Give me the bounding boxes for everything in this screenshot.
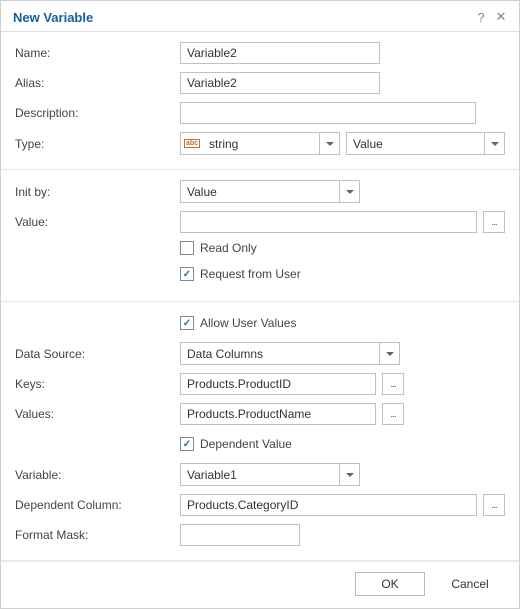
type-value: string xyxy=(203,133,319,154)
name-label: Name: xyxy=(15,46,180,60)
close-icon[interactable]: ✕ xyxy=(493,9,509,25)
button-bar: OK Cancel xyxy=(1,561,519,608)
value-label: Value: xyxy=(15,215,180,229)
variable-combo[interactable]: Variable1 xyxy=(180,463,360,486)
keys-browse-button[interactable]: ... xyxy=(382,373,404,395)
value-input[interactable] xyxy=(180,211,477,233)
type-combo[interactable]: abc string xyxy=(180,132,340,155)
read-only-label: Read Only xyxy=(200,241,257,255)
dependent-column-label: Dependent Column: xyxy=(15,498,180,512)
description-label: Description: xyxy=(15,106,180,120)
new-variable-dialog: New Variable ? ✕ Name: Alias: Descriptio… xyxy=(0,0,520,609)
request-from-user-label: Request from User xyxy=(200,267,301,281)
section-data: Allow User Values Data Source: Data Colu… xyxy=(1,302,519,561)
dependent-value-label: Dependent Value xyxy=(200,437,292,451)
type-dropdown-button[interactable] xyxy=(319,133,339,154)
alias-input[interactable] xyxy=(180,72,380,94)
section-basic: Name: Alias: Description: Type: abc stri… xyxy=(1,32,519,170)
format-mask-label: Format Mask: xyxy=(15,528,180,542)
dependent-column-browse-button[interactable]: ... xyxy=(483,494,505,516)
alias-label: Alias: xyxy=(15,76,180,90)
variable-label: Variable: xyxy=(15,468,180,482)
init-by-combo[interactable]: Value xyxy=(180,180,360,203)
init-by-dropdown-button[interactable] xyxy=(339,181,359,202)
type-mode-value: Value xyxy=(347,133,484,154)
type-label: Type: xyxy=(15,137,180,151)
variable-dropdown-button[interactable] xyxy=(339,464,359,485)
titlebar: New Variable ? ✕ xyxy=(1,1,519,32)
type-mode-combo[interactable]: Value xyxy=(346,132,505,155)
init-by-value: Value xyxy=(181,181,339,202)
dialog-title: New Variable xyxy=(13,10,469,25)
keys-label: Keys: xyxy=(15,377,180,391)
values-label: Values: xyxy=(15,407,180,421)
variable-value: Variable1 xyxy=(181,464,339,485)
allow-user-values-checkbox[interactable] xyxy=(180,316,194,330)
values-input[interactable] xyxy=(180,403,376,425)
description-input[interactable] xyxy=(180,102,476,124)
data-source-label: Data Source: xyxy=(15,347,180,361)
init-by-label: Init by: xyxy=(15,185,180,199)
section-init: Init by: Value Value: ... xyxy=(1,170,519,302)
read-only-checkbox[interactable] xyxy=(180,241,194,255)
data-source-dropdown-button[interactable] xyxy=(379,343,399,364)
dependent-value-checkbox[interactable] xyxy=(180,437,194,451)
string-type-icon: abc xyxy=(181,133,203,154)
request-from-user-checkbox[interactable] xyxy=(180,267,194,281)
value-browse-button[interactable]: ... xyxy=(483,211,505,233)
dialog-body: Name: Alias: Description: Type: abc stri… xyxy=(1,32,519,608)
values-browse-button[interactable]: ... xyxy=(382,403,404,425)
data-source-value: Data Columns xyxy=(181,343,379,364)
cancel-button[interactable]: Cancel xyxy=(435,572,505,596)
dependent-column-input[interactable] xyxy=(180,494,477,516)
keys-input[interactable] xyxy=(180,373,376,395)
help-icon[interactable]: ? xyxy=(473,9,489,25)
ok-button[interactable]: OK xyxy=(355,572,425,596)
allow-user-values-label: Allow User Values xyxy=(200,316,296,330)
name-input[interactable] xyxy=(180,42,380,64)
data-source-combo[interactable]: Data Columns xyxy=(180,342,400,365)
type-mode-dropdown-button[interactable] xyxy=(484,133,504,154)
